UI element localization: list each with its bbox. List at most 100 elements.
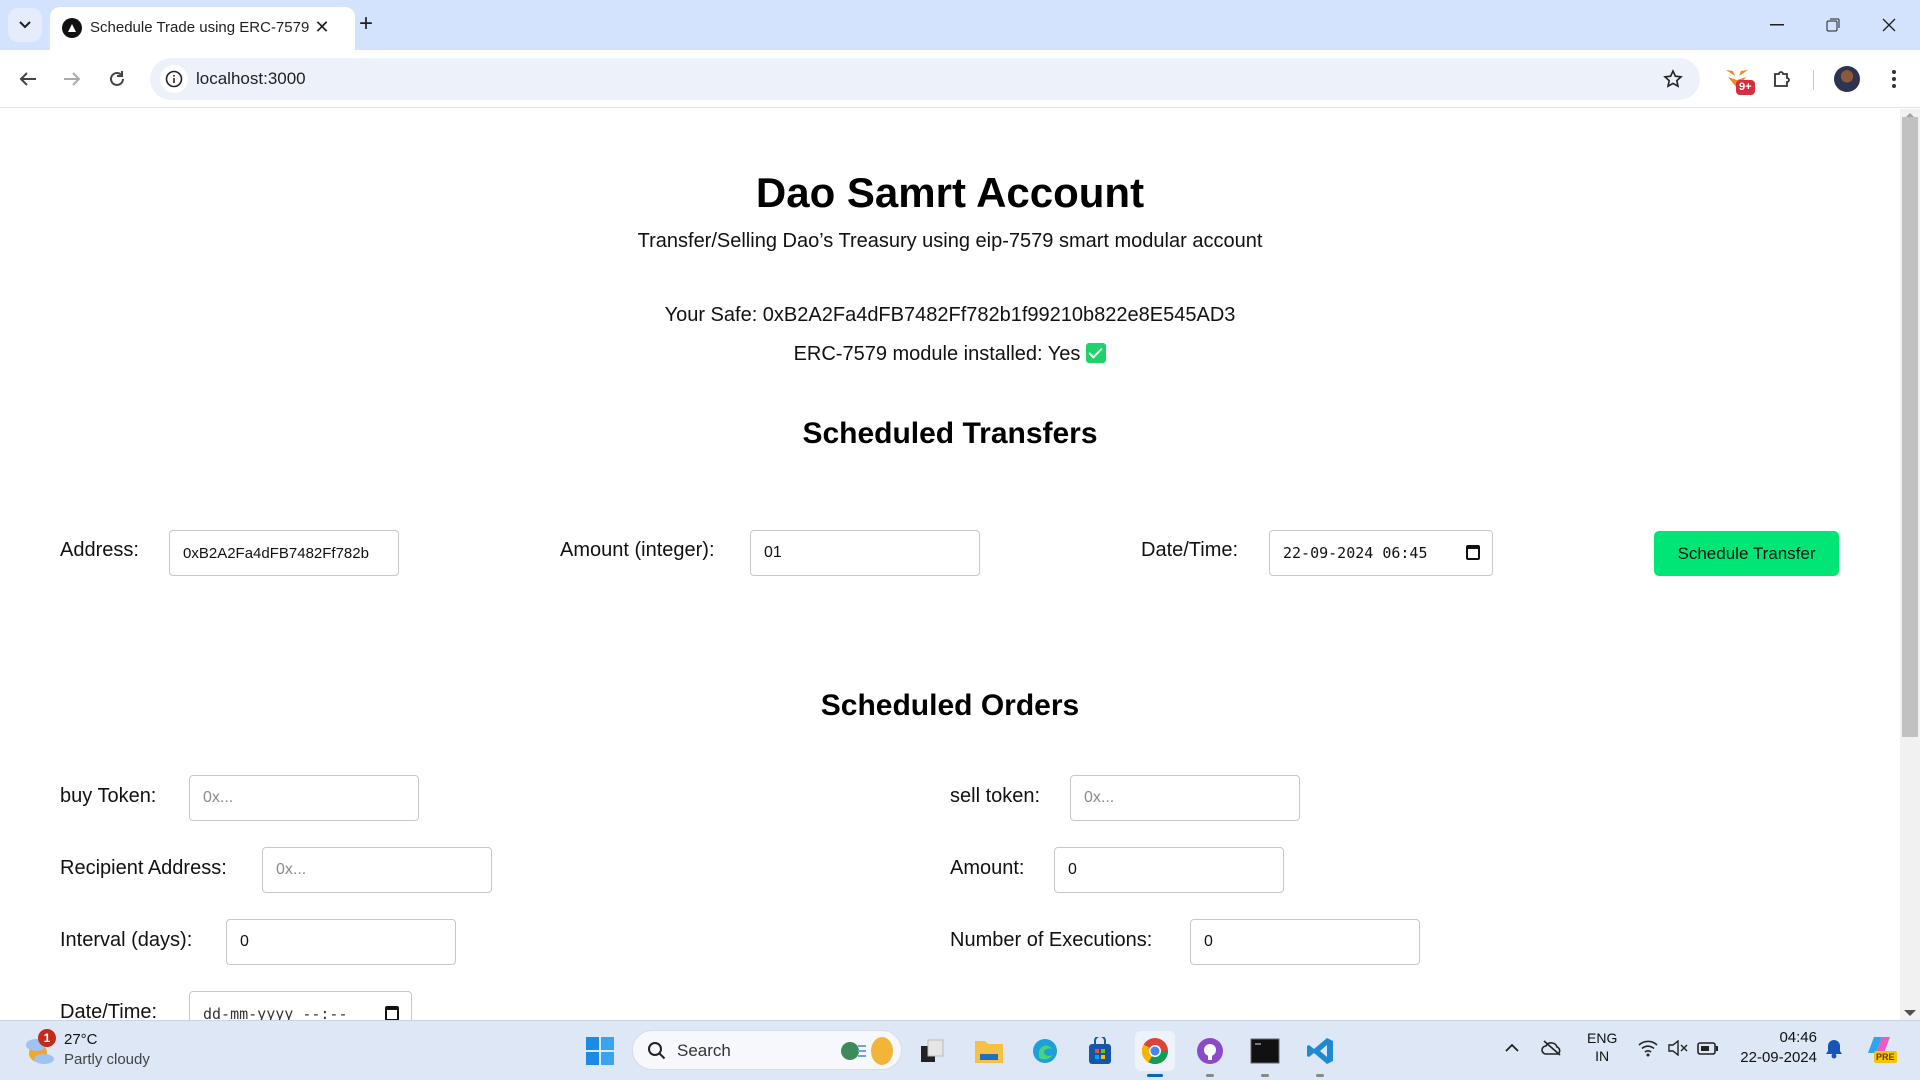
terminal-icon <box>1250 1038 1280 1064</box>
favicon-icon <box>62 18 82 38</box>
transfer-amount-label: Amount (integer): <box>560 539 715 561</box>
microsoft-store-button[interactable] <box>1080 1031 1120 1071</box>
recipient-address-input[interactable]: 0x... <box>262 847 492 893</box>
scheduled-transfers-heading: Scheduled Transfers <box>802 417 1098 450</box>
copilot-button[interactable]: PRE <box>1864 1033 1897 1065</box>
page-scrollbar[interactable] <box>1900 109 1920 1020</box>
new-tab-button[interactable]: + <box>352 10 380 38</box>
restore-button[interactable] <box>1811 8 1855 42</box>
browser-tab[interactable]: Schedule Trade using ERC-7579 ✕ <box>50 7 355 50</box>
chevron-down-icon <box>19 21 31 29</box>
order-datetime-label: Date/Time: <box>60 1001 158 1020</box>
page-title: Dao Samrt Account <box>755 169 1145 216</box>
calendar-icon[interactable] <box>385 1006 399 1020</box>
chrome-button[interactable] <box>1135 1031 1175 1077</box>
search-label: Search <box>677 1041 731 1060</box>
active-indicator <box>1147 1074 1163 1077</box>
folder-icon <box>975 1041 1003 1063</box>
avatar-icon <box>1834 66 1860 92</box>
order-amount-label: Amount: <box>950 857 1025 879</box>
transfer-datetime-value: 22-09-2024 06:45 <box>1283 544 1428 562</box>
github-desktop-button[interactable] <box>1190 1031 1230 1077</box>
weather-widget[interactable]: 1 27°C Partly cloudy <box>20 1027 190 1075</box>
restore-icon <box>1826 18 1840 32</box>
terminal-button[interactable] <box>1245 1031 1285 1077</box>
module-status: ERC-7579 module installed: Yes <box>0 343 1900 366</box>
close-icon <box>1882 18 1896 32</box>
calendar-icon[interactable] <box>1466 545 1480 560</box>
toolbar-divider <box>1813 70 1814 90</box>
edge-button[interactable] <box>1025 1031 1065 1071</box>
battery-charging-icon[interactable] <box>1697 1040 1719 1056</box>
clock-time: 04:46 <box>1779 1029 1817 1046</box>
running-indicator <box>1206 1074 1214 1077</box>
close-tab-icon[interactable]: ✕ <box>310 15 334 39</box>
clock[interactable]: 04:46 22-09-2024 <box>1737 1028 1817 1068</box>
file-explorer-button[interactable] <box>969 1031 1009 1071</box>
reload-button[interactable] <box>100 62 134 96</box>
page-subtitle: Transfer/Selling Dao’s Treasury using ei… <box>637 230 1263 252</box>
executions-label: Number of Executions: <box>950 929 1153 951</box>
url-text: localhost:3000 <box>196 69 306 88</box>
weather-temperature: 27°C <box>64 1031 98 1048</box>
tab-bar: Schedule Trade using ERC-7579 ✕ + <box>0 0 1920 50</box>
volume-muted-icon[interactable] <box>1667 1040 1689 1056</box>
notification-bell-icon[interactable] <box>1825 1039 1843 1059</box>
forward-button[interactable] <box>55 62 89 96</box>
reload-icon <box>110 71 124 86</box>
transfer-address-label: Address: <box>60 539 139 561</box>
scroll-down-arrow-icon[interactable] <box>1904 1010 1916 1016</box>
show-hidden-icons-icon[interactable] <box>1505 1043 1519 1053</box>
chrome-icon <box>1141 1038 1169 1065</box>
executions-input[interactable]: 0 <box>1190 919 1420 965</box>
bookmark-star-icon[interactable] <box>1660 66 1686 92</box>
weather-badge: 1 <box>38 1029 56 1047</box>
metamask-extension-icon[interactable]: 9+ <box>1720 62 1755 96</box>
github-icon <box>1197 1038 1223 1064</box>
kebab-menu-icon <box>1892 70 1896 88</box>
language-code: ENG <box>1587 1030 1618 1046</box>
onedrive-offline-icon[interactable] <box>1541 1039 1563 1057</box>
order-datetime-placeholder: dd-mm-yyyy --:-- <box>203 1005 348 1020</box>
taskbar-search[interactable]: Search <box>632 1030 902 1070</box>
windows-taskbar: 1 27°C Partly cloudy Search ENG IN 04:46… <box>0 1020 1920 1080</box>
weather-condition: Partly cloudy <box>64 1051 150 1068</box>
interval-days-input[interactable]: 0 <box>226 919 456 965</box>
module-status-text: ERC-7579 module installed: Yes <box>793 343 1081 365</box>
scheduled-orders-heading: Scheduled Orders <box>820 689 1080 722</box>
windows-logo-icon <box>586 1037 614 1065</box>
schedule-transfer-button[interactable]: Schedule Transfer <box>1654 531 1839 576</box>
transfer-amount-input[interactable]: 01 <box>750 530 980 576</box>
site-info-icon[interactable] <box>160 65 188 93</box>
back-button[interactable] <box>11 62 45 96</box>
extensions-puzzle-icon[interactable] <box>1765 62 1799 96</box>
search-highlight-icon <box>841 1037 893 1065</box>
sell-token-input[interactable]: 0x... <box>1070 775 1300 821</box>
sell-token-label: sell token: <box>950 785 1041 807</box>
scrollbar-thumb[interactable] <box>1902 117 1918 737</box>
minimize-icon <box>1770 24 1784 26</box>
close-window-button[interactable] <box>1867 8 1911 42</box>
page-content: Dao Samrt Account Transfer/Selling Dao’s… <box>0 109 1900 1020</box>
profile-avatar[interactable] <box>1830 62 1864 96</box>
browser-menu-button[interactable] <box>1877 62 1911 96</box>
address-bar[interactable]: localhost:3000 <box>150 58 1700 100</box>
task-view-button[interactable] <box>912 1031 952 1071</box>
language-indicator[interactable]: ENG IN <box>1587 1029 1617 1065</box>
minimize-button[interactable] <box>1755 8 1799 42</box>
edge-icon <box>1033 1039 1057 1063</box>
running-indicator <box>1261 1074 1269 1077</box>
wifi-icon[interactable] <box>1637 1039 1659 1057</box>
transfer-datetime-input[interactable]: 22-09-2024 06:45 <box>1269 530 1493 576</box>
transfer-address-input[interactable]: 0xB2A2Fa4dFB7482Ff782b <box>169 530 399 576</box>
safe-address: Your Safe: 0xB2A2Fa4dFB7482Ff782b1f99210… <box>664 304 1236 326</box>
start-button[interactable] <box>580 1031 620 1071</box>
vscode-button[interactable] <box>1300 1031 1340 1077</box>
tab-search-button[interactable] <box>8 8 42 42</box>
interval-days-label: Interval (days): <box>60 929 193 951</box>
order-datetime-input[interactable]: dd-mm-yyyy --:-- <box>189 991 412 1020</box>
order-amount-input[interactable]: 0 <box>1054 847 1284 893</box>
store-icon <box>1089 1037 1111 1064</box>
buy-token-input[interactable]: 0x... <box>189 775 419 821</box>
arrow-left-icon <box>19 72 36 86</box>
